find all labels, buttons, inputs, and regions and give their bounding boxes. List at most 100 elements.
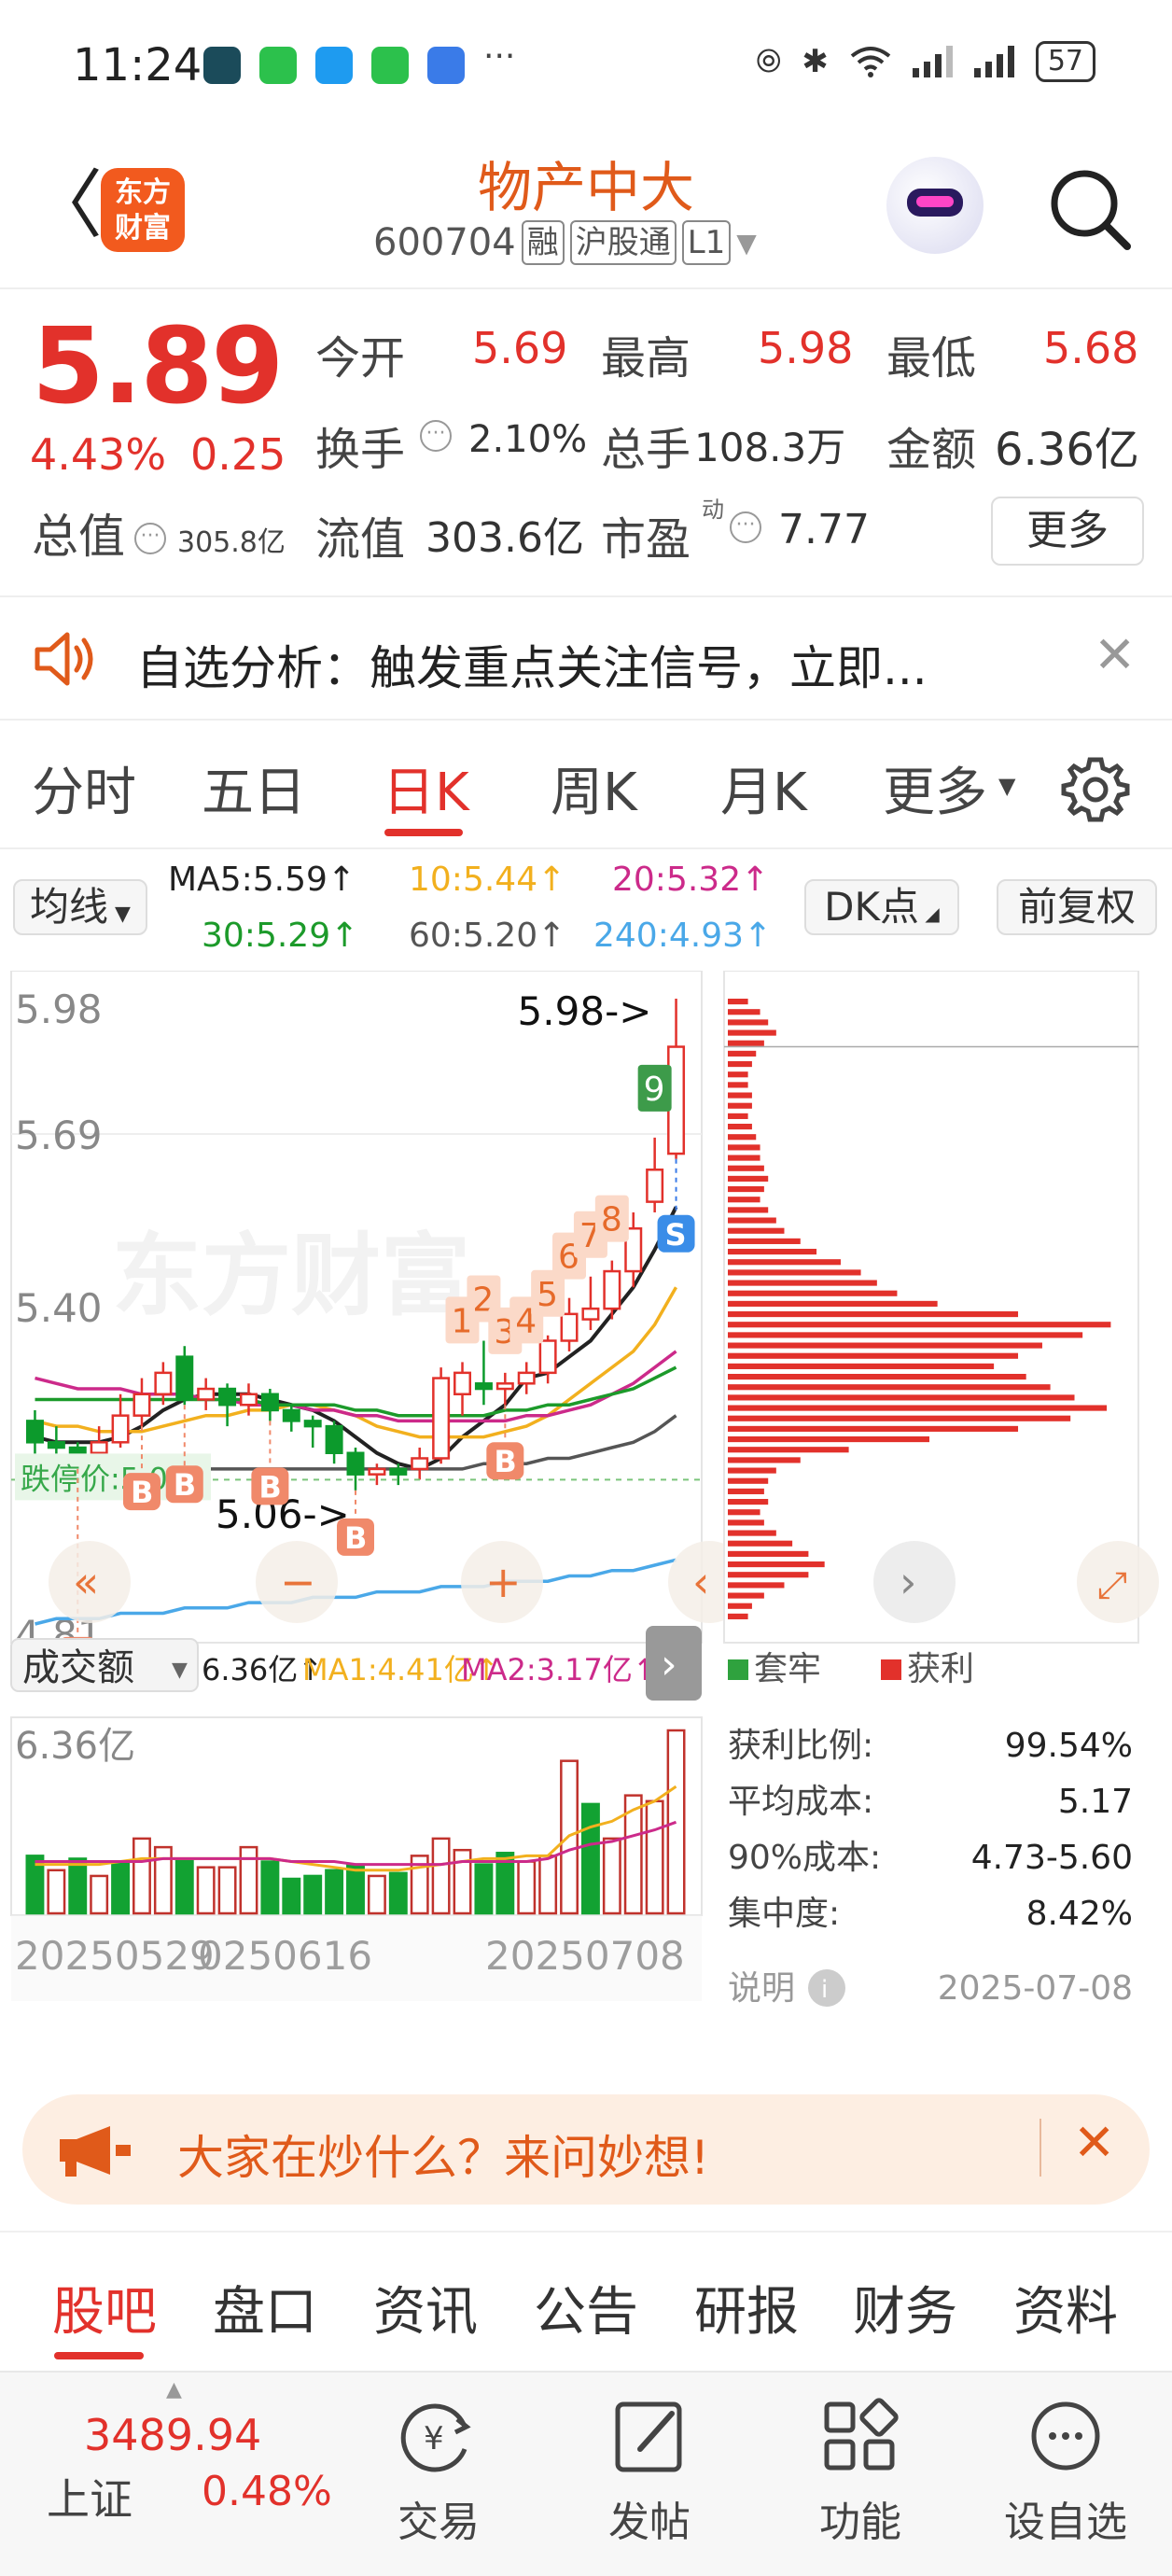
high-label: 最高 xyxy=(601,332,691,385)
candle xyxy=(133,1393,151,1417)
candle xyxy=(411,1457,429,1471)
chart-area[interactable]: 东方财富5.985.695.405.104.81跌停价:5.085.98->5.… xyxy=(0,970,1172,2072)
tab-weekly-k[interactable]: 周K xyxy=(551,750,637,826)
candle xyxy=(154,1371,173,1396)
close-icon[interactable]: ✕ xyxy=(1073,2113,1115,2172)
tab-news[interactable]: 资讯 xyxy=(373,2270,478,2345)
ma20-value: 20:5.32↑ xyxy=(612,861,770,899)
chip-bar xyxy=(728,1259,841,1266)
candle xyxy=(260,1393,279,1412)
info-dots-icon[interactable]: ··· xyxy=(730,511,761,543)
amount-value: 6.36亿 xyxy=(995,424,1139,476)
info-dots-icon[interactable]: ··· xyxy=(134,523,166,554)
expand-icon: ⤢ xyxy=(1097,1564,1127,1607)
promo-banner[interactable]: 大家在炒什么？来问妙想! ✕ xyxy=(22,2094,1150,2205)
apps-icon xyxy=(824,2398,899,2471)
music-icon xyxy=(427,47,465,84)
ai-assistant-avatar-icon[interactable] xyxy=(886,157,984,254)
candle xyxy=(560,1312,579,1342)
chip-bar xyxy=(728,1540,793,1547)
chevron-right-icon: › xyxy=(900,1557,916,1607)
pe-value: 7.77 xyxy=(778,506,870,553)
chip-bar xyxy=(728,1082,748,1088)
tab-monthly-k[interactable]: 月K xyxy=(720,750,807,826)
turnover-label: 换手 xyxy=(315,424,406,476)
dk-point-button[interactable]: DK点 ◢ xyxy=(804,879,959,935)
volume-bar xyxy=(303,1874,323,1915)
volume-ma2-line xyxy=(35,1820,677,1867)
close-icon[interactable]: ✕ xyxy=(1094,625,1136,684)
promo-divider xyxy=(1039,2119,1041,2177)
scroll-left-button-glyph: « xyxy=(73,1557,99,1607)
chip-bar xyxy=(728,1332,1083,1338)
more-quote-button[interactable]: 更多 xyxy=(991,497,1144,566)
chip-bar xyxy=(728,1249,817,1255)
ma240-value: 240:4.93↑ xyxy=(593,917,773,955)
legend-profit-label: 获利 xyxy=(907,1650,974,1688)
nav-functions[interactable]: 功能 xyxy=(786,2391,935,2548)
chip-bar xyxy=(728,1217,776,1224)
tab-intraday[interactable]: 分时 xyxy=(32,750,136,826)
nav-functions-label: 功能 xyxy=(819,2499,901,2546)
level-tag: L1 xyxy=(681,220,732,265)
chip-bar xyxy=(728,1197,760,1203)
volume-bar xyxy=(325,1869,344,1915)
stock-name: 物产中大 xyxy=(477,156,694,219)
nav-trade[interactable]: ¥ 交易 xyxy=(364,2391,513,2548)
ma30-value: 30:5.29↑ xyxy=(202,917,359,955)
tab-five-day[interactable]: 五日 xyxy=(202,750,306,826)
nav-post[interactable]: 发帖 xyxy=(575,2391,724,2548)
candle xyxy=(239,1393,258,1407)
volume-bar xyxy=(282,1877,301,1915)
chip-date: 2025-07-08 xyxy=(938,1969,1133,2008)
nav-watchlist-label: 设自选 xyxy=(1004,2499,1127,2546)
tab-daily-k[interactable]: 日K xyxy=(383,750,469,826)
tab-finance[interactable]: 财务 xyxy=(853,2270,957,2345)
chip-bar xyxy=(728,1572,809,1578)
chip-stat-value: 5.17 xyxy=(1058,1783,1133,1821)
kline-chart[interactable]: 东方财富5.985.695.405.104.81跌停价:5.085.98->5.… xyxy=(0,970,1172,2072)
info-dots-icon[interactable]: ··· xyxy=(420,420,452,452)
notice-bar[interactable]: 自选分析：触发重点关注信号，立即... ✕ xyxy=(0,597,1172,721)
chip-bar xyxy=(728,1050,757,1057)
candle xyxy=(432,1377,451,1460)
tab-more[interactable]: 更多 xyxy=(883,750,987,826)
message-icon xyxy=(315,47,353,84)
tab-announcements[interactable]: 公告 xyxy=(534,2270,638,2345)
nav-post-label: 发帖 xyxy=(608,2499,691,2546)
stock-header: 〈 东方 财富 物产中大 600704 融 沪股通 L1 ▼ xyxy=(0,131,1172,289)
legend-trapped-swatch xyxy=(728,1659,748,1680)
zoom-out-button-glyph: − xyxy=(280,1557,316,1607)
chip-bar xyxy=(728,1447,849,1453)
ma-selector[interactable]: 均线 ▼ xyxy=(13,879,147,935)
total-cap-value: 305.8亿 xyxy=(177,526,286,559)
gear-icon[interactable] xyxy=(1060,754,1131,825)
nav-watchlist[interactable]: 设自选 xyxy=(991,2391,1140,2548)
wechat-icon xyxy=(259,47,297,84)
chip-bar xyxy=(728,999,748,1005)
signal-label: S xyxy=(665,1217,687,1253)
float-cap-value: 303.6亿 xyxy=(426,514,584,562)
promo-text: 大家在炒什么？来问妙想! xyxy=(177,2131,710,2185)
wechat-icon xyxy=(371,47,409,84)
nav-trade-label: 交易 xyxy=(398,2499,480,2546)
tab-profile[interactable]: 资料 xyxy=(1013,2270,1118,2345)
watchlist-icon xyxy=(1031,2401,1100,2471)
index-quote[interactable]: ▲ 3489.94 上证 0.48% xyxy=(28,2373,332,2576)
index-value: 3489.94 xyxy=(84,2410,262,2460)
tab-pankou[interactable]: 盘口 xyxy=(213,2270,317,2345)
margin-tag: 融 xyxy=(521,220,565,265)
volume-bar xyxy=(602,1837,621,1915)
chip-bar xyxy=(728,1155,760,1161)
tab-research[interactable]: 研报 xyxy=(694,2270,799,2345)
stock-code-row[interactable]: 600704 融 沪股通 L1 ▼ xyxy=(373,220,757,265)
turnover-value: 2.10% xyxy=(468,418,588,461)
chip-bar xyxy=(728,1499,769,1505)
volume-label: 总手 xyxy=(601,424,691,476)
chip-bar xyxy=(728,1457,801,1463)
adjust-button[interactable]: 前复权 xyxy=(997,879,1157,935)
search-icon[interactable] xyxy=(1047,166,1133,252)
chip-bar xyxy=(728,1269,861,1276)
tab-guba[interactable]: 股吧 xyxy=(52,2270,157,2345)
ma-selector-label: 均线 xyxy=(30,884,109,930)
